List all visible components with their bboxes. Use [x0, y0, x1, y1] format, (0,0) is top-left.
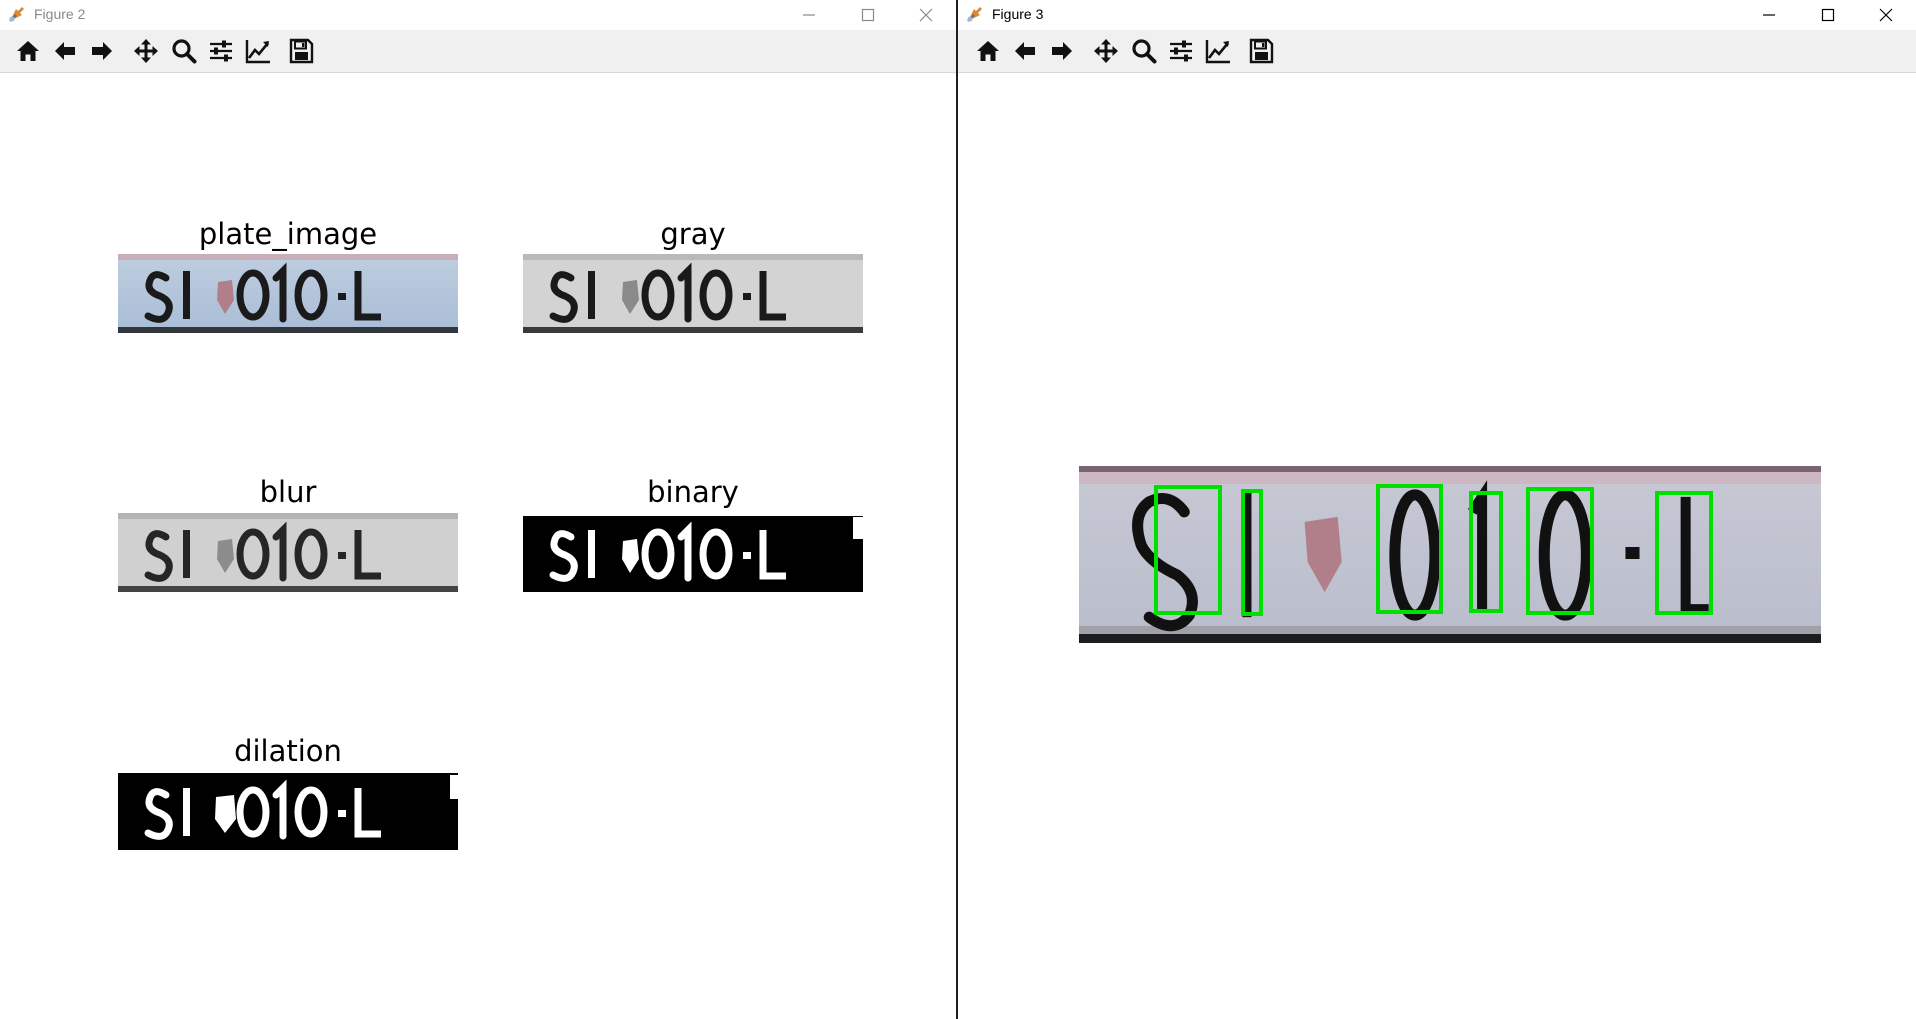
save-icon [287, 37, 315, 65]
maximize-button[interactable] [839, 0, 897, 30]
minimize-button[interactable] [780, 0, 838, 30]
forward-arrow-icon [1048, 37, 1076, 65]
dilation-image [118, 771, 458, 850]
maximize-icon [861, 8, 875, 22]
subplots-config-icon [207, 37, 235, 65]
matplotlib-app-icon [965, 6, 983, 24]
figure-canvas[interactable] [958, 73, 1916, 1019]
maximize-button[interactable] [1799, 0, 1857, 30]
matplotlib-app-icon [7, 6, 25, 24]
binary-image [523, 513, 863, 592]
figure-3-window: Figure 3 [958, 0, 1916, 1019]
configure-subplots-button[interactable] [207, 37, 235, 65]
configure-subplots-button[interactable] [1167, 37, 1195, 65]
home-icon [14, 37, 42, 65]
title-bar[interactable]: Figure 2 [0, 0, 956, 30]
edit-axis-button[interactable] [244, 37, 272, 65]
figure-2-window: Figure 2 plate_image gray blur binary di… [0, 0, 956, 1019]
close-button[interactable] [1857, 0, 1915, 30]
subplot-title: blur [259, 475, 317, 509]
minimize-icon [803, 14, 815, 16]
back-button[interactable] [1011, 37, 1039, 65]
back-arrow-icon [1011, 37, 1039, 65]
subplot-title: gray [660, 217, 726, 251]
save-button[interactable] [1247, 37, 1275, 65]
forward-arrow-icon [88, 37, 116, 65]
window-title: Figure 3 [992, 6, 1044, 22]
navigation-toolbar [0, 30, 956, 73]
blur-image [118, 513, 458, 592]
home-icon [974, 37, 1002, 65]
minimize-icon [1763, 14, 1775, 16]
zoom-icon [170, 37, 198, 65]
back-arrow-icon [51, 37, 79, 65]
segmented-plate-image [1079, 466, 1821, 643]
minimize-button[interactable] [1740, 0, 1798, 30]
pan-button[interactable] [1092, 37, 1120, 65]
forward-button[interactable] [88, 37, 116, 65]
subplot-title: plate_image [198, 217, 378, 251]
pan-icon [132, 37, 160, 65]
gray-image [523, 254, 863, 333]
zoom-icon [1130, 37, 1158, 65]
zoom-button[interactable] [1130, 37, 1158, 65]
pan-button[interactable] [132, 37, 160, 65]
save-button[interactable] [287, 37, 315, 65]
window-title: Figure 2 [34, 6, 86, 22]
close-icon [1879, 8, 1893, 22]
subplots-config-icon [1167, 37, 1195, 65]
home-button[interactable] [14, 37, 42, 65]
plate-image [118, 254, 458, 333]
zoom-button[interactable] [170, 37, 198, 65]
edit-axis-icon [1204, 37, 1232, 65]
edit-axis-icon [244, 37, 272, 65]
title-bar[interactable]: Figure 3 [958, 0, 1916, 30]
close-button[interactable] [897, 0, 955, 30]
forward-button[interactable] [1048, 37, 1076, 65]
home-button[interactable] [974, 37, 1002, 65]
close-icon [919, 8, 933, 22]
subplot-title: binary [647, 475, 739, 509]
edit-axis-button[interactable] [1204, 37, 1232, 65]
figure-canvas[interactable]: plate_image gray blur binary dilation [0, 73, 956, 1019]
save-icon [1247, 37, 1275, 65]
subplot-title: dilation [234, 734, 342, 768]
pan-icon [1092, 37, 1120, 65]
back-button[interactable] [51, 37, 79, 65]
navigation-toolbar [958, 30, 1916, 73]
maximize-icon [1821, 8, 1835, 22]
